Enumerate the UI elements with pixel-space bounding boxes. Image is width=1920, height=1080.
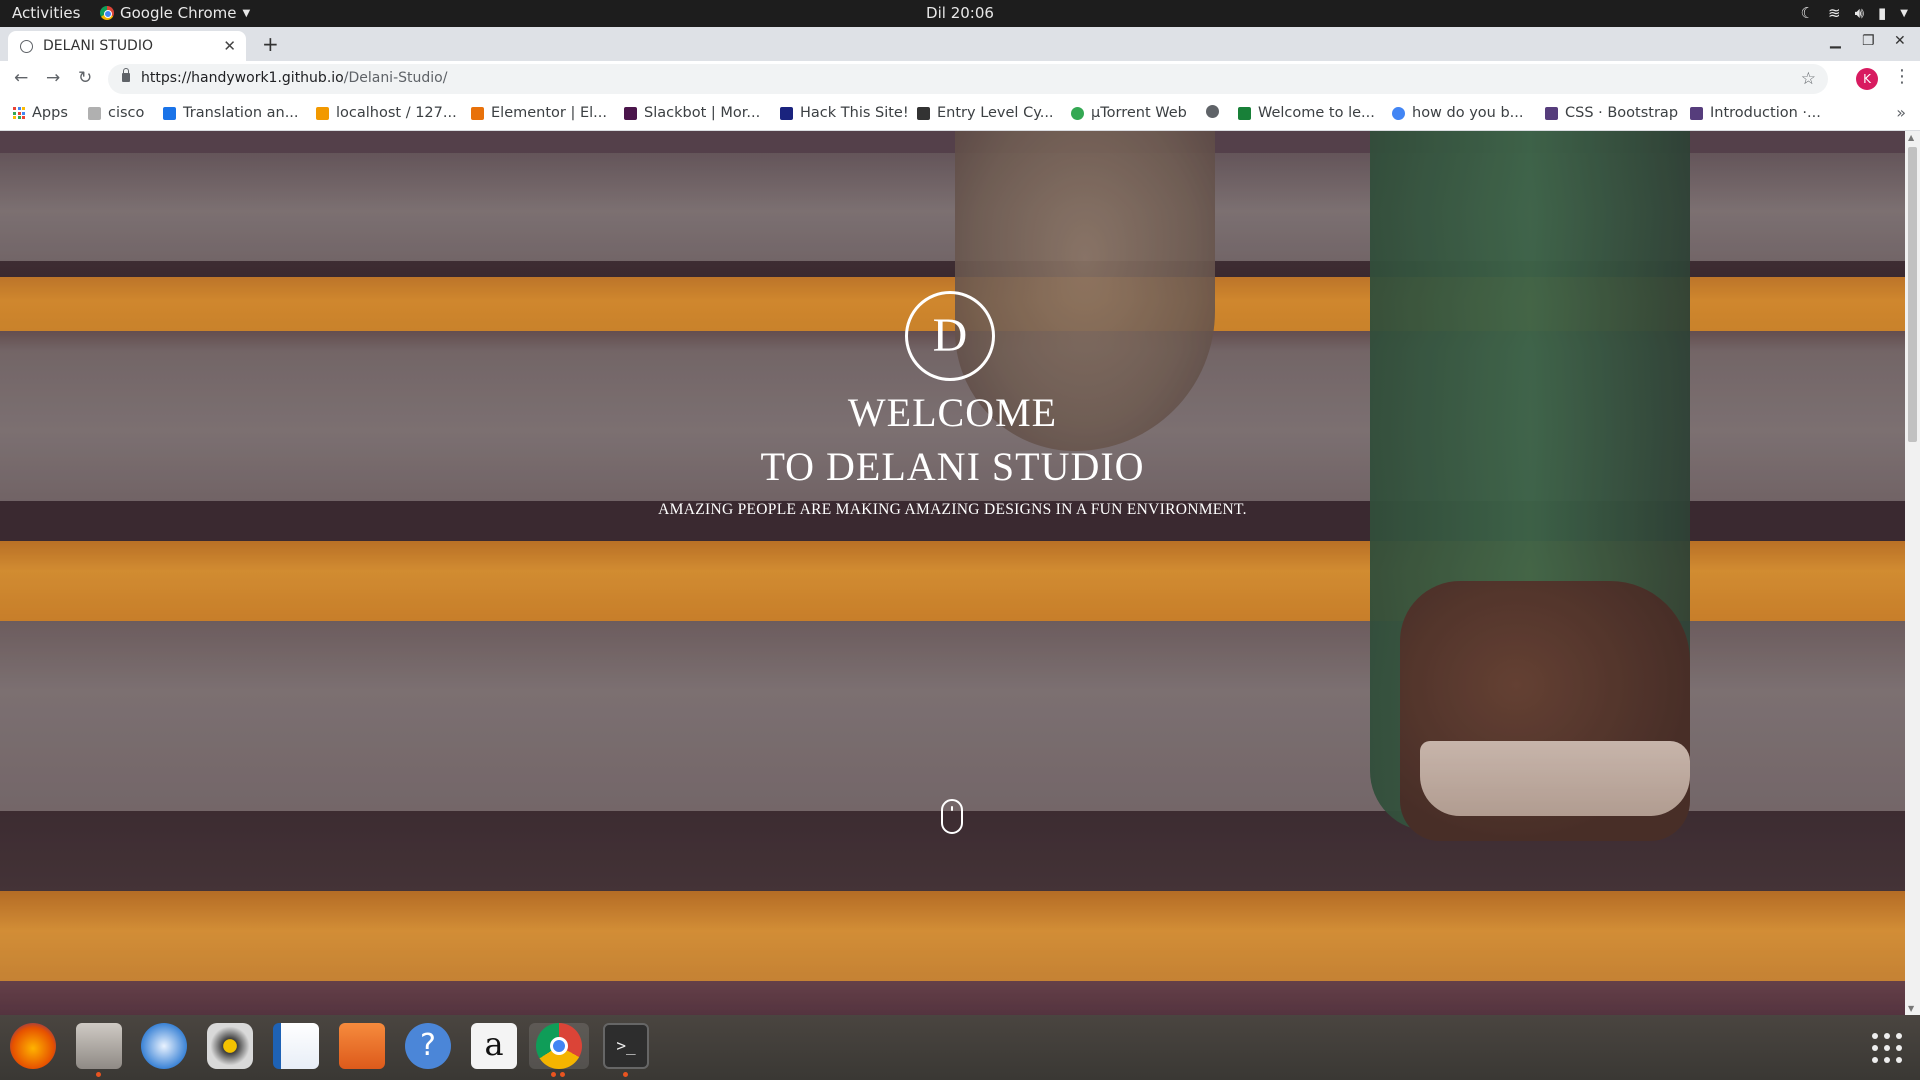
bookmark-localhost[interactable]: localhost / 127... [316,105,457,121]
bookmark-apps[interactable]: Apps [13,105,68,121]
bookmark-translation[interactable]: Translation an... [163,105,299,121]
apps-grid-icon [13,107,25,119]
globe-icon [1206,105,1219,118]
bookmark-star-icon[interactable]: ☆ [1801,69,1816,89]
thunderbird-icon[interactable] [141,1023,187,1069]
clock[interactable]: Dil 20:06 [926,4,994,22]
volume-icon: 🔊︎ [1854,4,1865,22]
page-scrollbar[interactable]: ▲ ▼ [1905,131,1920,1015]
bookmark-slackbot[interactable]: Slackbot | Mor... [624,105,760,121]
profile-avatar[interactable]: K [1856,68,1878,90]
slack-icon [624,106,637,120]
reload-icon[interactable]: ↻ [78,68,92,88]
cisco-icon [88,106,101,120]
wifi-icon: ≋ [1828,4,1841,22]
hero-title-line2: TO DELANI STUDIO [760,444,1145,489]
scroll-down-icon[interactable]: ▼ [1908,1004,1914,1013]
dock: ? a >_ [0,1015,1920,1080]
scroll-mouse-icon[interactable] [941,799,963,834]
utorrent-icon [1071,106,1084,120]
bookmark-hack-this-site[interactable]: Hack This Site! [780,105,909,121]
scrollbar-thumb[interactable] [1908,147,1917,442]
amazon-icon[interactable]: a [471,1023,517,1069]
scroll-up-icon[interactable]: ▲ [1908,133,1914,142]
firefox-icon[interactable] [10,1023,56,1069]
bookmark-elementor[interactable]: Elementor | El... [471,105,607,121]
translation-icon [163,106,176,120]
app-menu[interactable]: Google Chrome ▼ [100,4,250,22]
google-icon [1392,106,1405,120]
chrome-icon [100,6,114,20]
forward-arrow-icon[interactable]: → [46,68,60,88]
writer-icon[interactable] [273,1023,319,1069]
software-center-icon[interactable] [339,1023,385,1069]
bookmark-how-do-you[interactable]: how do you b... [1392,105,1524,121]
terminal-icon[interactable]: >_ [603,1023,649,1077]
chrome-icon [536,1023,582,1069]
bookmarks-bar: Apps cisco Translation an... localhost /… [0,97,1920,131]
address-row: ← → ↻ https://handywork1.github.io/Delan… [0,61,1920,97]
bootstrap-icon [1545,106,1558,120]
more-bookmarks-icon[interactable]: » [1896,103,1906,122]
hero-section: D WELCOME TO DELANI STUDIO AMAZING PEOPL… [0,131,1905,1015]
show-applications-icon[interactable] [1872,1033,1902,1063]
tab-title: DELANI STUDIO [43,38,153,54]
hackthissite-icon [780,106,793,120]
restore-button[interactable]: ❐ [1862,33,1875,49]
bookmark-introduction[interactable]: Introduction ·... [1690,105,1821,121]
address-bar[interactable]: https://handywork1.github.io/Delani-Stud… [108,64,1828,94]
entry-level-icon [917,106,930,120]
activities-button[interactable]: Activities [12,4,80,22]
bookmark-welcome[interactable]: Welcome to le... [1238,105,1375,121]
close-icon[interactable]: ✕ [223,37,236,55]
files-icon[interactable] [76,1023,122,1077]
bookmark-utorrent[interactable]: µTorrent Web [1071,105,1187,121]
bookmark-entry-level[interactable]: Entry Level Cy... [917,105,1054,121]
menu-kebab-icon[interactable]: ⋮ [1893,66,1911,87]
window-close-button[interactable]: ✕ [1894,33,1906,49]
battery-icon: ▮ [1878,4,1887,22]
chrome-dock-slot[interactable] [529,1023,589,1077]
bookmark-css-bootstrap[interactable]: CSS · Bootstrap [1545,105,1678,121]
tab-delani-studio[interactable]: DELANI STUDIO ✕ [8,31,246,61]
back-arrow-icon[interactable]: ← [14,68,28,88]
hero-title-line1: WELCOME [847,390,1058,435]
bootstrap-icon [1690,106,1703,120]
globe-icon [20,39,33,53]
system-tray[interactable]: ☾ ≋ 🔊︎ ▮ ▼ [1801,4,1908,22]
app-menu-label: Google Chrome [120,4,237,22]
help-icon[interactable]: ? [405,1023,451,1069]
rhythmbox-icon[interactable] [207,1023,253,1069]
tab-strip: DELANI STUDIO ✕ + ▁ ❐ ✕ [0,27,1920,61]
system-top-bar: Activities Google Chrome ▼ Dil 20:06 ☾ ≋… [0,0,1920,27]
elementor-icon [471,106,484,120]
hero-overlay [0,131,1905,1015]
welcome-site-icon [1238,106,1251,120]
night-light-icon: ☾ [1800,4,1814,22]
hero-subtitle: AMAZING PEOPLE ARE MAKING AMAZING DESIGN… [658,501,1247,518]
new-tab-button[interactable]: + [262,32,279,56]
chevron-down-icon: ▼ [242,7,251,19]
phpmyadmin-icon [316,106,329,120]
bookmark-globe[interactable] [1206,105,1226,118]
studio-logo[interactable]: D [905,291,995,381]
url-text: https://handywork1.github.io/Delani-Stud… [141,70,448,86]
chevron-down-icon: ▼ [1900,7,1908,19]
minimize-button[interactable]: ▁ [1830,33,1841,49]
lock-icon [122,68,130,82]
bookmark-cisco[interactable]: cisco [88,105,144,121]
